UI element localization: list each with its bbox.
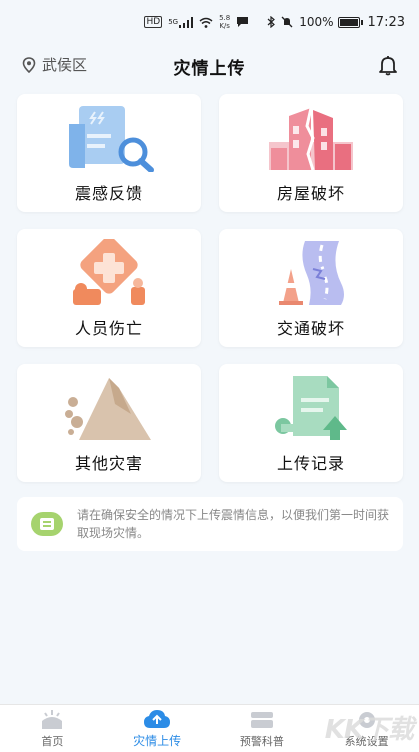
wifi-icon <box>199 17 213 28</box>
tab-label: 预警科普 <box>239 734 284 748</box>
landslide-icon <box>65 378 151 440</box>
bell-icon <box>379 56 397 76</box>
tab-label: 首页 <box>41 734 64 748</box>
safety-notice: 请在确保安全的情况下上传震情信息，以便我们第一时间获取现场灾情。 <box>17 497 403 551</box>
seismic-feedback-icon <box>69 106 154 172</box>
bluetooth-icon <box>267 16 276 28</box>
card-label: 交通破坏 <box>276 319 345 338</box>
tab-home[interactable]: 首页 <box>7 709 97 749</box>
card-seismic-feedback[interactable]: 震感反馈 <box>17 94 201 212</box>
battery-percent: 100% <box>299 15 334 29</box>
book-icon <box>250 711 273 728</box>
card-other-disaster[interactable]: 其他灾害 <box>17 364 201 482</box>
card-label: 房屋破坏 <box>276 184 345 203</box>
status-bar: HD 5G 5.8 K/s 100% 17:23 <box>0 0 419 44</box>
signal-icon: 5G <box>168 16 194 28</box>
card-traffic-damage[interactable]: 交通破坏 <box>219 229 403 347</box>
card-upload-record[interactable]: 上传记录 <box>219 364 403 482</box>
page-header: 武侯区 灾情上传 <box>0 44 419 88</box>
card-label: 人员伤亡 <box>74 319 143 338</box>
card-casualty[interactable]: 人员伤亡 <box>17 229 201 347</box>
clock: 17:23 <box>367 14 405 30</box>
message-icon <box>236 16 249 28</box>
watermark-logo: KK下载 <box>324 715 414 745</box>
traffic-damage-icon <box>279 241 344 305</box>
hd-icon: HD <box>144 16 163 28</box>
notice-text: 请在确保安全的情况下上传震情信息，以便我们第一时间获取现场灾情。 <box>77 508 390 540</box>
location-selector[interactable]: 武侯区 <box>22 54 87 75</box>
house-damage-icon <box>269 107 353 171</box>
tab-label: 灾情上传 <box>133 734 182 748</box>
card-house-damage[interactable]: 房屋破坏 <box>219 94 403 212</box>
location-label: 武侯区 <box>42 56 88 74</box>
page-title: 灾情上传 <box>173 58 246 79</box>
battery-icon <box>337 16 363 28</box>
tab-disaster-upload[interactable]: 灾情上传 <box>112 708 202 749</box>
card-label: 其他灾害 <box>74 454 143 473</box>
card-label: 上传记录 <box>276 454 345 473</box>
notification-button[interactable] <box>377 54 399 80</box>
mute-icon <box>281 16 293 28</box>
network-speed: 5.8 K/s <box>219 14 231 30</box>
casualty-icon <box>73 239 145 305</box>
location-pin-icon <box>22 56 36 73</box>
upload-record-icon <box>275 376 347 440</box>
cloud-upload-icon <box>144 710 171 728</box>
tab-warning-science[interactable]: 预警科普 <box>217 709 307 749</box>
notice-icon <box>31 512 63 536</box>
feature-grid: 震感反馈 房屋破坏 人员伤亡 交通破坏 其他灾害 上传记录 <box>17 94 403 482</box>
home-icon <box>42 709 63 729</box>
card-label: 震感反馈 <box>74 184 143 203</box>
